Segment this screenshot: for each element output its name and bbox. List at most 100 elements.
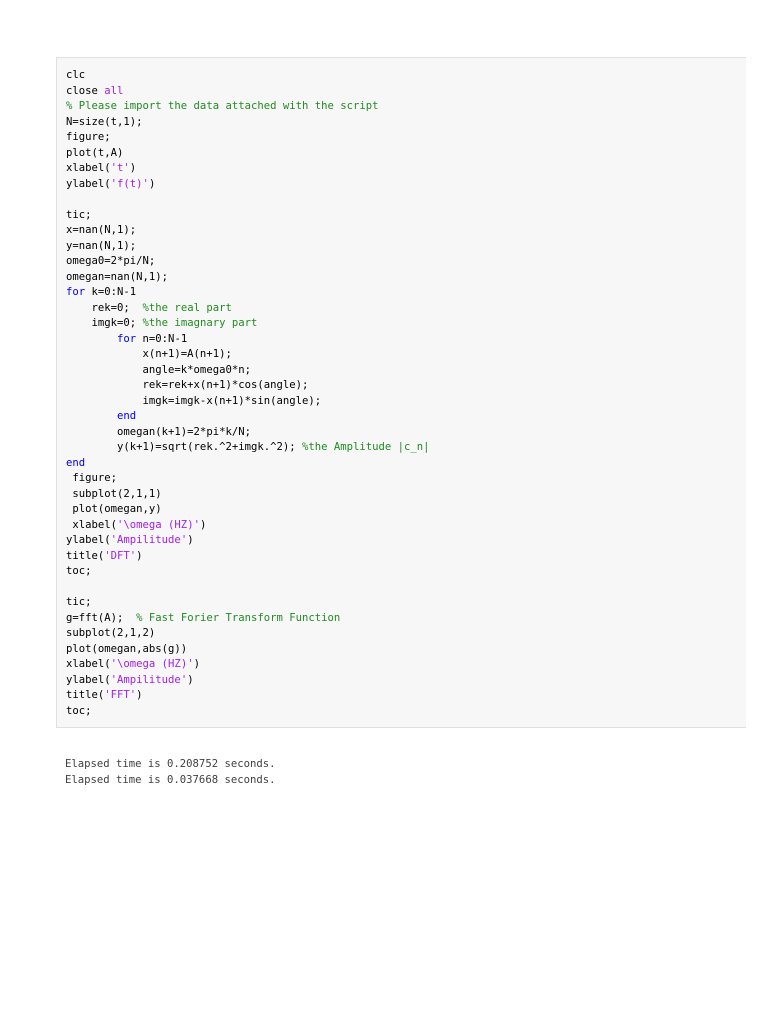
code-token-str: 'DFT': [104, 549, 137, 562]
code-token-code: ): [129, 162, 137, 174]
code-token-code: imgk=imgk-x(n+1)*sin(angle);: [66, 394, 322, 407]
code-token-code: xlabel(: [66, 518, 118, 531]
code-line: subplot(2,1,1): [57, 487, 746, 503]
code-line: figure;: [57, 130, 746, 146]
code-line: ylabel('f(t)'): [57, 177, 746, 193]
code-token-code: close: [66, 84, 105, 97]
code-token-str: 'Ampilitude': [110, 534, 188, 546]
code-token-code: subplot(2,1,2): [66, 627, 156, 639]
code-token-code: figure;: [66, 472, 118, 484]
code-token-str: 'FFT': [104, 689, 137, 701]
code-line: xlabel('\omega (HZ)'): [57, 518, 746, 534]
code-line: close all: [57, 84, 746, 100]
code-line: subplot(2,1,2): [57, 626, 746, 642]
code-token-code: plot(t,A): [66, 146, 124, 159]
code-token-code: omegan(k+1)=2*pi*k/N;: [66, 425, 251, 438]
code-token-code: tic;: [66, 596, 92, 608]
code-token-code: [66, 333, 117, 345]
code-token-code: xlabel(: [66, 658, 111, 670]
code-token-str: 'f(t)': [110, 177, 149, 190]
code-token-code: angle=k*omega0*n;: [66, 363, 251, 376]
code-line: rek=rek+x(n+1)*cos(angle);: [57, 378, 746, 394]
code-token-code: ylabel(: [66, 534, 111, 546]
code-line: plot(omegan,abs(g)): [57, 642, 746, 658]
code-line: omegan=nan(N,1);: [57, 270, 746, 286]
code-token-code: n=0:N-1: [136, 332, 188, 345]
code-token-code: ): [187, 673, 194, 686]
code-token-code: N=size(t,1);: [66, 115, 143, 128]
code-token-code: title(: [66, 549, 105, 562]
code-line: imgk=imgk-x(n+1)*sin(angle);: [57, 394, 746, 410]
code-line: ylabel('Ampilitude'): [57, 673, 746, 689]
code-line: figure;: [57, 471, 746, 487]
code-line: omega0=2*pi/N;: [57, 254, 746, 270]
code-token-code: rek=rek+x(n+1)*cos(angle);: [66, 379, 309, 391]
code-token-code: omegan=nan(N,1);: [66, 270, 169, 283]
code-token-kw: for: [117, 332, 137, 345]
code-line: x=nan(N,1);: [57, 223, 746, 239]
code-token-code: tic;: [66, 208, 92, 221]
code-token-code: xlabel(: [66, 162, 111, 174]
code-line: title('FFT'): [57, 688, 746, 704]
code-line: toc;: [57, 564, 746, 580]
code-line: toc;: [57, 704, 746, 720]
code-token-str: 't': [110, 162, 130, 174]
code-token-code: ): [136, 689, 143, 701]
code-token-code: ): [136, 549, 143, 562]
code-line: % Please import the data attached with t…: [57, 99, 746, 115]
code-line: g=fft(A); % Fast Forier Transform Functi…: [57, 611, 746, 627]
code-token-code: [66, 410, 117, 422]
code-token-str: 'Ampilitude': [110, 673, 188, 686]
code-token-code: toc;: [66, 704, 92, 717]
code-line: end: [57, 409, 746, 425]
code-token-code: rek=0;: [66, 301, 143, 314]
code-block: clc close all% Please import the data att…: [56, 57, 746, 728]
code-token-kw: for: [66, 286, 86, 298]
output-line: Elapsed time is 0.208752 seconds.: [65, 758, 276, 770]
code-token-cmt: %the real part: [142, 301, 232, 314]
code-token-code: x=nan(N,1);: [66, 224, 137, 236]
code-line: end: [57, 456, 746, 472]
code-line: tic;: [57, 208, 746, 224]
code-line: for k=0:N-1: [57, 285, 746, 301]
code-token-code: imgk=0;: [66, 317, 143, 329]
code-token-cmt: %the imagnary part: [142, 317, 258, 329]
code-token-cmt: % Fast Forier Transform Function: [136, 611, 341, 624]
code-token-code: ylabel(: [66, 673, 111, 686]
code-line: for n=0:N-1: [57, 332, 746, 348]
code-token-code: k=0:N-1: [85, 286, 137, 298]
code-token-code: x(n+1)=A(n+1);: [66, 348, 232, 360]
code-token-code: y(k+1)=sqrt(rek.^2+imgk.^2);: [66, 441, 302, 453]
code-line: ylabel('Ampilitude'): [57, 533, 746, 549]
code-line: y(k+1)=sqrt(rek.^2+imgk.^2); %the Amplit…: [57, 440, 746, 456]
code-line: xlabel('t'): [57, 161, 746, 177]
code-line: title('DFT'): [57, 549, 746, 565]
code-token-code: title(: [66, 689, 105, 701]
code-token-code: ): [187, 534, 194, 546]
code-token-str: all: [104, 84, 124, 97]
code-token-kw: end: [117, 410, 137, 422]
code-token-code: plot(omegan,abs(g)): [66, 642, 188, 655]
code-token-code: clc: [66, 69, 86, 81]
output-block: Elapsed time is 0.208752 seconds. Elapsed…: [56, 756, 746, 788]
code-token-code: omega0=2*pi/N;: [66, 255, 156, 267]
code-line: plot(t,A): [57, 146, 746, 162]
output-line: Elapsed time is 0.037668 seconds.: [65, 774, 276, 786]
code-token-cmt: % Please import the data attached with t…: [66, 100, 379, 112]
code-token-code: y=nan(N,1);: [66, 239, 137, 252]
code-token-code: ylabel(: [66, 177, 111, 190]
code-token-str: '\omega (HZ)': [117, 518, 200, 531]
code-token-code: ): [193, 658, 200, 670]
code-line: omegan(k+1)=2*pi*k/N;: [57, 425, 746, 441]
code-token-code: ): [199, 518, 207, 531]
code-line: imgk=0; %the imagnary part: [57, 316, 746, 332]
code-token-code: toc;: [66, 565, 92, 577]
code-line: tic;: [57, 595, 746, 611]
code-line: rek=0; %the real part: [57, 301, 746, 317]
code-line: plot(omegan,y): [57, 502, 746, 518]
code-token-str: '\omega (HZ)': [110, 658, 194, 670]
code-token-code: g=fft(A);: [66, 611, 137, 624]
code-line: N=size(t,1);: [57, 115, 746, 131]
